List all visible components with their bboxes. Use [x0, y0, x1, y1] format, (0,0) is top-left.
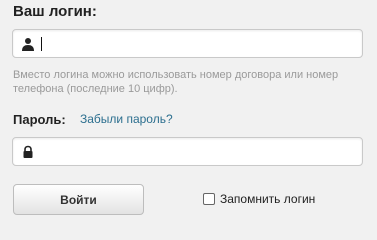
remember-checkbox[interactable]	[203, 193, 215, 205]
login-hint: Вместо логина можно использовать номер д…	[13, 69, 339, 95]
user-icon	[22, 38, 34, 51]
password-input[interactable]	[12, 137, 363, 166]
password-label: Пароль:	[13, 112, 66, 127]
login-button[interactable]: Войти	[13, 184, 144, 215]
forgot-password-link[interactable]: Забыли пароль?	[80, 112, 173, 126]
text-cursor	[41, 37, 42, 51]
login-input[interactable]	[12, 29, 363, 58]
remember-login[interactable]: Запомнить логин	[203, 192, 315, 206]
lock-icon	[23, 145, 33, 158]
login-label: Ваш логин:	[13, 3, 97, 20]
remember-label: Запомнить логин	[220, 192, 316, 206]
